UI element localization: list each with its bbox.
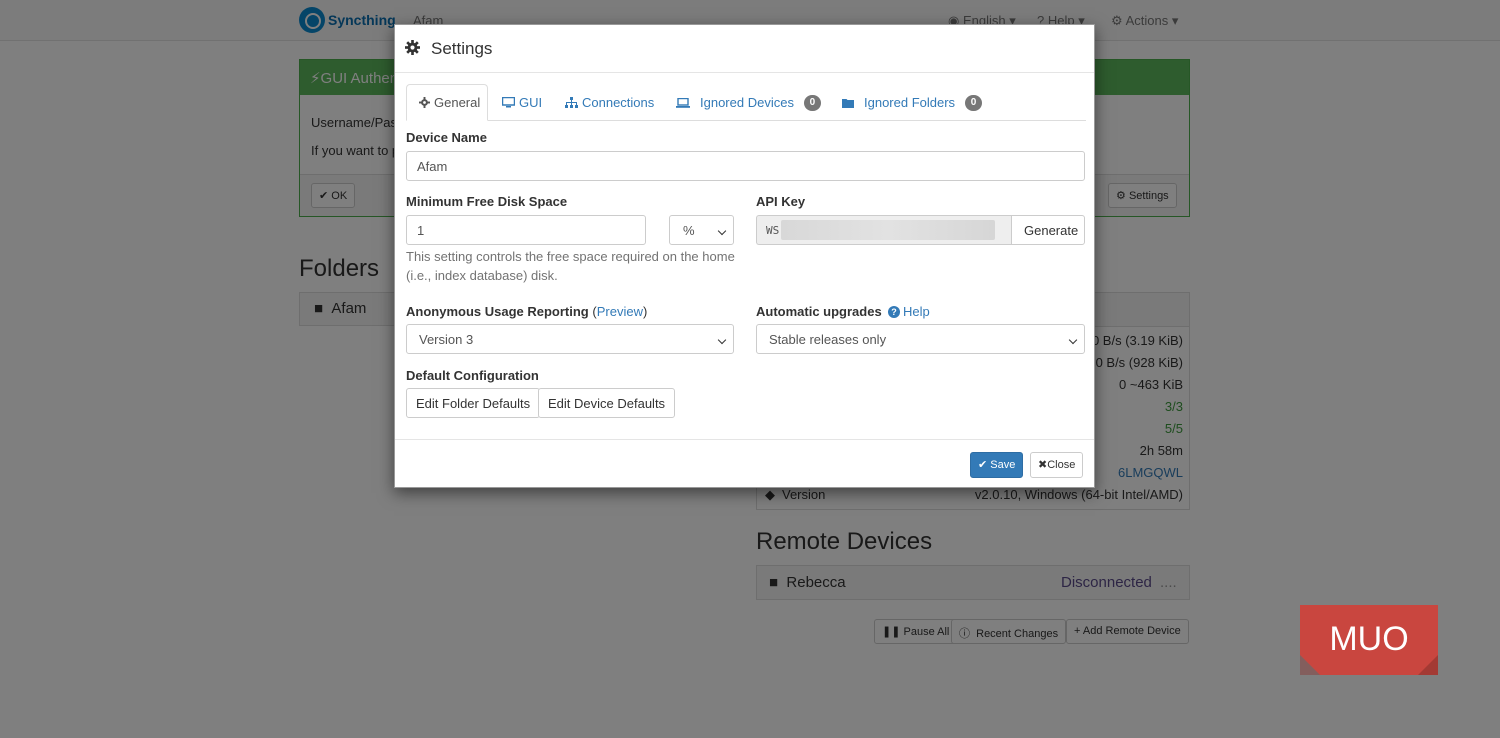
usage-reporting-select[interactable]: Version 3 (406, 324, 734, 354)
tab-ignored-folders-label: Ignored Folders (864, 95, 956, 110)
close-label: Close (1047, 459, 1076, 471)
ignored-folders-count-badge: 0 (965, 94, 983, 111)
usage-paren-close: ) (642, 304, 648, 319)
api-key-label: API Key (756, 194, 806, 209)
auto-upgrades-help-label: Help (903, 304, 930, 319)
usage-reporting-value: Version 3 (419, 332, 474, 347)
settings-modal: Settings General GUI Connections Ignored… (394, 24, 1095, 488)
api-key-redacted (781, 220, 995, 240)
tab-connections-label: Connections (582, 95, 655, 110)
min-disk-space-field[interactable]: 1 (406, 215, 646, 245)
tab-general[interactable]: General (406, 84, 488, 121)
folder-icon (842, 98, 854, 108)
usage-preview-link[interactable]: Preview (597, 304, 643, 319)
api-key-field[interactable]: WS (756, 215, 1011, 245)
default-config-label: Default Configuration (406, 368, 539, 383)
sitemap-icon (565, 97, 578, 108)
device-name-field[interactable]: Afam (406, 151, 1085, 181)
api-key-prefix: WS (766, 224, 780, 237)
save-label: Save (990, 459, 1016, 471)
muo-watermark-logo: MUO (1300, 605, 1438, 675)
edit-folder-defaults-label: Edit Folder Defaults (416, 396, 531, 411)
tab-ignored-devices-label: Ignored Devices (700, 95, 794, 110)
check-icon: ✔ (978, 459, 988, 471)
settings-tabs: General GUI Connections Ignored Devices … (406, 84, 1086, 121)
modal-header: Settings (395, 25, 1094, 73)
min-disk-unit-select[interactable]: % (669, 215, 734, 245)
tab-ignored-devices[interactable]: Ignored Devices 0 (664, 84, 833, 121)
generate-label: Generate (1024, 223, 1079, 238)
tab-gui[interactable]: GUI (490, 84, 554, 121)
min-disk-unit-value: % (683, 223, 695, 238)
min-disk-space-value: 1 (417, 223, 425, 238)
close-button[interactable]: ✖Close (1030, 452, 1084, 478)
device-name-label: Device Name (406, 130, 487, 145)
tab-gui-label: GUI (519, 95, 543, 110)
tab-general-label: General (434, 95, 481, 110)
monitor-icon (502, 97, 515, 108)
save-button[interactable]: ✔ Save (970, 452, 1024, 478)
cog-icon (419, 97, 430, 108)
edit-folder-defaults-button[interactable]: Edit Folder Defaults (406, 388, 541, 418)
laptop-icon (676, 97, 690, 108)
auto-upgrades-help-link[interactable]: ? Help (888, 304, 930, 319)
modal-title: Settings (431, 39, 493, 58)
gear-icon (405, 40, 420, 55)
min-disk-help-text: This setting controls the free space req… (406, 249, 735, 283)
auto-upgrades-value: Stable releases only (769, 332, 887, 347)
edit-device-defaults-button[interactable]: Edit Device Defaults (538, 388, 676, 418)
tab-connections[interactable]: Connections (553, 84, 666, 121)
usage-reporting-label: Anonymous Usage Reporting (Preview) (406, 304, 647, 319)
watermark-text: MUO (1329, 620, 1408, 658)
device-name-value: Afam (417, 159, 448, 174)
tab-ignored-folders[interactable]: Ignored Folders 0 (830, 84, 994, 121)
ignored-devices-count-badge: 0 (803, 94, 821, 111)
edit-device-defaults-label: Edit Device Defaults (548, 396, 666, 411)
generate-api-key-button[interactable]: Generate (1011, 215, 1085, 245)
auto-upgrades-label: Automatic upgrades (756, 304, 882, 319)
auto-upgrades-select[interactable]: Stable releases only (756, 324, 1085, 354)
min-disk-space-label: Minimum Free Disk Space (406, 194, 568, 209)
usage-reporting-text: Anonymous Usage Reporting (406, 304, 589, 319)
question-circle-icon: ? (888, 305, 900, 318)
modal-footer: ✔ Save ✖Close (395, 439, 1094, 489)
close-icon: ✖ (1038, 459, 1048, 471)
